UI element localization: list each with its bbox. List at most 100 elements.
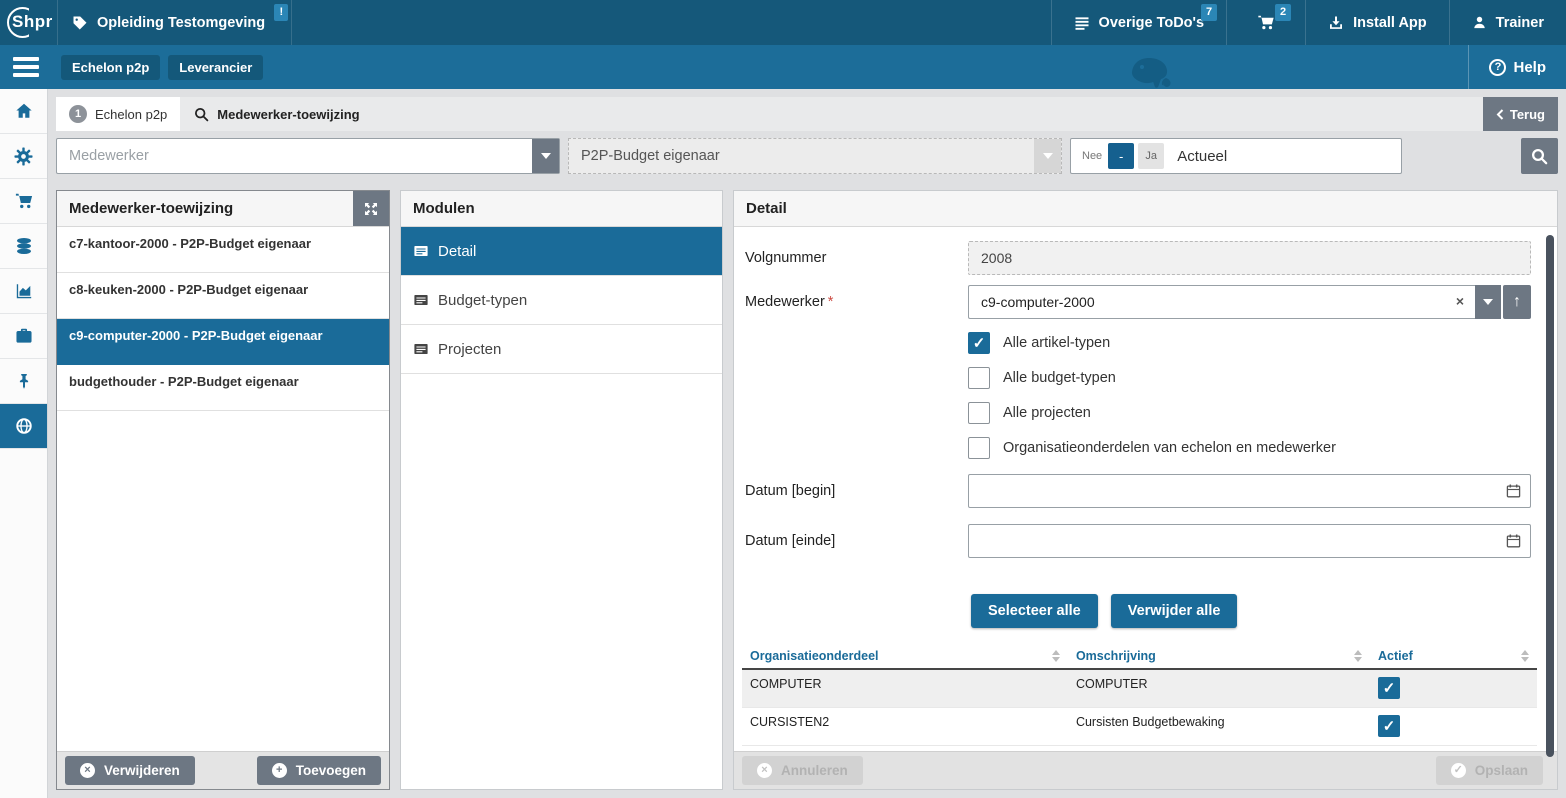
employee-select[interactable]: Medewerker xyxy=(56,138,560,174)
calendar-icon[interactable] xyxy=(1506,534,1521,549)
toggle-option-ja[interactable]: Ja xyxy=(1138,143,1164,169)
sort-icon[interactable] xyxy=(1354,650,1362,662)
clear-icon[interactable]: × xyxy=(1456,293,1464,310)
sidebar-item-home[interactable] xyxy=(0,89,47,134)
hamburger-menu-icon[interactable] xyxy=(13,57,39,77)
volgnummer-label: Volgnummer xyxy=(742,250,968,266)
cell-omschrijving: COMPUTER xyxy=(1068,669,1370,707)
organisatieonderdelen-checkbox[interactable] xyxy=(968,437,990,459)
tag-icon xyxy=(72,15,88,31)
assignments-panel-footer: × Verwijderen + Toevoegen xyxy=(57,751,389,789)
todos-button[interactable]: Overige ToDo's 7 xyxy=(1051,0,1227,45)
sidebar-item-global[interactable] xyxy=(0,404,47,449)
install-app-button[interactable]: Install App xyxy=(1305,0,1449,45)
assignments-list: c7-kantoor-2000 - P2P-Budget eigenaar c8… xyxy=(57,227,389,411)
user-label: Trainer xyxy=(1496,15,1544,31)
datum-begin-row: Datum [begin] xyxy=(742,474,1549,508)
user-icon xyxy=(1472,15,1487,30)
sidebar-item-data[interactable] xyxy=(0,224,47,269)
detail-panel-title: Detail xyxy=(746,200,787,217)
chameleon-graphic xyxy=(1122,45,1188,96)
sort-icon[interactable] xyxy=(1052,650,1060,662)
gear-icon xyxy=(14,147,33,166)
cross-circle-icon: × xyxy=(80,763,95,778)
role-select[interactable]: P2P-Budget eigenaar xyxy=(568,138,1062,174)
app-logo[interactable]: Shpr xyxy=(0,0,57,45)
environment-selector[interactable]: Opleiding Testomgeving ! xyxy=(57,0,292,45)
detail-form: Volgnummer Medewerker* × ↑ ✓ xyxy=(734,227,1557,753)
breadcrumb-tab-echelon[interactable]: 1 Echelon p2p xyxy=(56,97,180,131)
chevron-down-icon[interactable] xyxy=(532,139,559,173)
datum-begin-field[interactable] xyxy=(968,474,1531,508)
pill-echelon-p2p[interactable]: Echelon p2p xyxy=(61,55,160,80)
column-header-omschrijving[interactable]: Omschrijving xyxy=(1068,644,1370,669)
module-item-projecten[interactable]: Projecten xyxy=(401,325,722,374)
cancel-button[interactable]: × Annuleren xyxy=(742,756,863,785)
datum-einde-row: Datum [einde] xyxy=(742,524,1549,558)
module-item-budget-typen[interactable]: Budget-typen xyxy=(401,276,722,325)
sidebar-item-business[interactable] xyxy=(0,314,47,359)
sidebar-item-reports[interactable] xyxy=(0,269,47,314)
form-list-icon xyxy=(413,243,429,259)
select-all-button[interactable]: Selecteer alle xyxy=(971,594,1098,628)
save-button[interactable]: ✓ Opslaan xyxy=(1436,756,1543,785)
add-button[interactable]: + Toevoegen xyxy=(257,756,381,785)
list-item[interactable]: c7-kantoor-2000 - P2P-Budget eigenaar xyxy=(57,227,389,273)
datum-begin-label: Datum [begin] xyxy=(742,483,968,499)
sidebar-item-settings[interactable] xyxy=(0,134,47,179)
pill-leverancier[interactable]: Leverancier xyxy=(168,55,263,80)
question-icon: ? xyxy=(1489,59,1506,76)
cancel-label: Annuleren xyxy=(781,763,848,778)
checkbox-label: Alle projecten xyxy=(1003,405,1091,421)
alle-budget-typen-checkbox[interactable] xyxy=(968,367,990,389)
sidebar-item-procurement[interactable] xyxy=(0,179,47,224)
list-item[interactable]: c8-keuken-2000 - P2P-Budget eigenaar xyxy=(57,273,389,319)
toggle-field-label: Actueel xyxy=(1177,148,1227,165)
topbar: Shpr Opleiding Testomgeving ! Overige To… xyxy=(0,0,1566,45)
save-label: Opslaan xyxy=(1475,763,1528,778)
checkbox-label: Alle budget-typen xyxy=(1003,370,1116,386)
help-button[interactable]: ? Help xyxy=(1468,45,1566,89)
actief-checkbox[interactable]: ✓ xyxy=(1378,677,1400,699)
medewerker-field[interactable] xyxy=(968,285,1475,319)
search-button[interactable] xyxy=(1521,138,1558,174)
datum-einde-field[interactable] xyxy=(968,524,1531,558)
expand-button[interactable] xyxy=(353,191,389,226)
volgnummer-field xyxy=(968,241,1531,275)
table-row: CURSISTEN2 Cursisten Budgetbewaking ✓ xyxy=(742,707,1537,745)
scrollbar-thumb[interactable] xyxy=(1546,235,1554,757)
module-item-label: Projecten xyxy=(438,341,501,358)
toggle-option-nee[interactable]: Nee xyxy=(1082,150,1102,162)
help-label: Help xyxy=(1513,59,1546,76)
chevron-left-icon xyxy=(1496,109,1504,120)
calendar-icon[interactable] xyxy=(1506,484,1521,499)
medewerker-row: Medewerker* × ↑ xyxy=(742,285,1549,319)
sidebar-item-pinned[interactable] xyxy=(0,359,47,404)
cross-circle-icon: × xyxy=(757,763,772,778)
filter-bar: Medewerker P2P-Budget eigenaar Nee - Ja … xyxy=(56,138,1558,174)
module-item-detail[interactable]: Detail xyxy=(401,227,722,276)
goto-medewerker-button[interactable]: ↑ xyxy=(1503,285,1531,319)
todos-label: Overige ToDo's xyxy=(1099,15,1205,31)
app-window: Shpr Opleiding Testomgeving ! Overige To… xyxy=(0,0,1566,798)
briefcase-icon xyxy=(15,327,33,345)
list-item[interactable]: budgethouder - P2P-Budget eigenaar xyxy=(57,365,389,411)
medewerker-label: Medewerker* xyxy=(742,294,968,310)
list-item-selected[interactable]: c9-computer-2000 - P2P-Budget eigenaar xyxy=(57,319,389,365)
sort-icon[interactable] xyxy=(1521,650,1529,662)
column-header-actief[interactable]: Actief xyxy=(1370,644,1537,669)
back-label: Terug xyxy=(1510,107,1545,122)
medewerker-dropdown-button[interactable] xyxy=(1475,285,1501,319)
column-header-organisatieonderdeel[interactable]: Organisatieonderdeel xyxy=(742,644,1068,669)
remove-all-button[interactable]: Verwijder alle xyxy=(1111,594,1238,628)
alle-artikel-typen-checkbox[interactable]: ✓ xyxy=(968,332,990,354)
breadcrumb: 1 Echelon p2p Medewerker-toewijzing Teru… xyxy=(56,97,1558,131)
cart-badge: 2 xyxy=(1275,4,1291,21)
toggle-option-none[interactable]: - xyxy=(1108,143,1134,169)
alle-projecten-checkbox[interactable] xyxy=(968,402,990,424)
back-button[interactable]: Terug xyxy=(1483,97,1558,131)
actief-checkbox[interactable]: ✓ xyxy=(1378,715,1400,737)
user-menu[interactable]: Trainer xyxy=(1449,0,1566,45)
delete-button[interactable]: × Verwijderen xyxy=(65,756,195,785)
cart-button[interactable]: 2 xyxy=(1226,0,1305,45)
